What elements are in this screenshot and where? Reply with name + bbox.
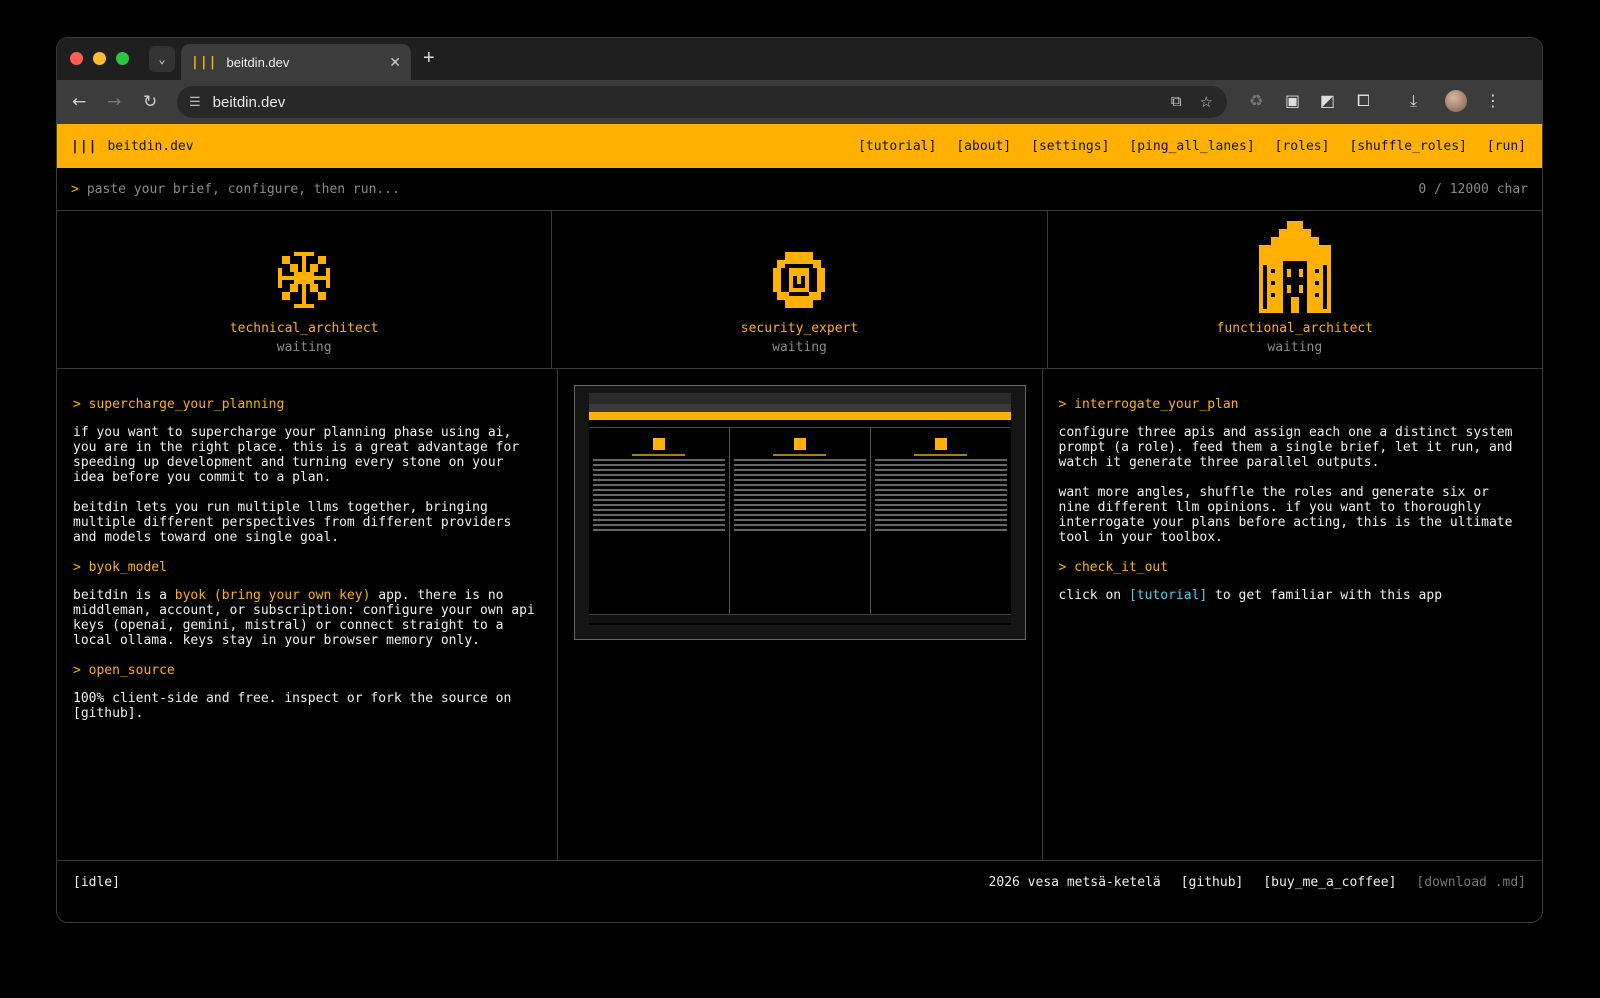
run-status: [idle]: [73, 874, 120, 890]
favicon-icon: |||: [191, 54, 218, 70]
buy-me-a-coffee-link[interactable]: [buy_me_a_coffee]: [1263, 875, 1396, 890]
snowflake-icon: [274, 211, 334, 319]
nav-about[interactable]: [about]: [956, 139, 1011, 154]
text: click on: [1058, 588, 1129, 603]
install-app-icon[interactable]: ⧉: [1171, 93, 1182, 111]
brief-input[interactable]: > paste your brief, configure, then run.…: [57, 168, 1542, 211]
prompt-caret: >: [71, 181, 79, 197]
paragraph-open-source: 100% client-side and free. inspect or fo…: [73, 691, 512, 721]
role-lanes: technical_architect waiting security_exp…: [57, 211, 1542, 369]
credit-text: 2026 vesa metsä-ketelä: [988, 874, 1161, 890]
center-preview-panel: [558, 369, 1043, 860]
paragraph: want more angles, shuffle the roles and …: [1058, 485, 1513, 545]
app-title[interactable]: beitdin.dev: [107, 139, 193, 154]
left-info-panel: > supercharge_your_planning if you want …: [57, 369, 558, 860]
nav-settings[interactable]: [settings]: [1031, 139, 1109, 154]
extension-2-icon[interactable]: ▣: [1285, 91, 1300, 110]
address-bar[interactable]: ☰ beitdin.dev ⧉ ☆: [177, 86, 1227, 118]
role-status: waiting: [1267, 340, 1323, 355]
back-arrow-icon[interactable]: ←: [72, 92, 86, 112]
address-text: beitdin.dev: [212, 93, 286, 111]
right-info-panel: > interrogate_your_plan configure three …: [1043, 369, 1543, 860]
section-heading: > interrogate_your_plan: [1058, 397, 1239, 412]
nav-ping-all-lanes[interactable]: [ping_all_lanes]: [1129, 139, 1254, 154]
paragraph-byok: beitdin is a byok (bring your own key) a…: [73, 588, 541, 648]
tab-title: beitdin.dev: [226, 54, 290, 70]
download-md-button[interactable]: [download .md]: [1416, 875, 1526, 890]
tab-beitdin[interactable]: ||| beitdin.dev ✕: [181, 44, 411, 80]
paragraph: beitdin lets you run multiple llms toget…: [73, 500, 512, 545]
download-icon[interactable]: ⤓: [1410, 91, 1417, 111]
menu-kebab-icon[interactable]: ⋮: [1485, 91, 1501, 110]
app-preview-screenshot: [573, 385, 1026, 640]
content-panels: > supercharge_your_planning if you want …: [57, 369, 1542, 861]
paragraph-check-it-out: click on [tutorial] to get familiar with…: [1059, 588, 1527, 603]
nav-run[interactable]: [run]: [1487, 139, 1526, 154]
role-status: waiting: [276, 340, 332, 355]
extension-notion-icon[interactable]: ◩: [1320, 91, 1335, 110]
role-name: functional_architect: [1216, 321, 1374, 336]
browser-toolbar: ← → ↻ ☰ beitdin.dev ⧉ ☆ ♻ ▣ ◩ ⧠ ⤓ ⋮: [57, 80, 1542, 124]
tutorial-link[interactable]: [tutorial]: [1129, 588, 1207, 603]
nav-roles[interactable]: [roles]: [1275, 139, 1330, 154]
app-header: ||| beitdin.dev [tutorial] [about] [sett…: [57, 124, 1542, 168]
nav-tutorial[interactable]: [tutorial]: [858, 139, 936, 154]
app-footer: [idle] 2026 vesa metsä-ketelä [github] […: [57, 861, 1542, 903]
logo-bars-icon: |||: [71, 138, 98, 154]
building-icon: [1258, 211, 1331, 319]
reload-icon[interactable]: ↻: [143, 92, 157, 112]
role-name: security_expert: [740, 321, 859, 336]
section-heading: > open_source: [73, 663, 175, 678]
section-heading: > check_it_out: [1058, 560, 1169, 575]
nav-shuffle-roles[interactable]: [shuffle_roles]: [1349, 139, 1466, 154]
text: to get familiar with this app: [1207, 588, 1443, 603]
char-counter: 0 / 12000 char: [1418, 181, 1528, 197]
shield-face-icon: [769, 211, 829, 319]
close-tab-icon[interactable]: ✕: [389, 54, 401, 71]
forward-arrow-icon[interactable]: →: [107, 92, 121, 112]
brief-placeholder: paste your brief, configure, then run...: [86, 181, 400, 197]
role-lane-technical-architect[interactable]: technical_architect waiting: [57, 211, 553, 368]
close-window-button[interactable]: [70, 52, 83, 65]
maximize-window-button[interactable]: [116, 52, 129, 65]
tab-search-chevron-icon[interactable]: ⌄: [149, 46, 175, 72]
profile-avatar[interactable]: [1445, 90, 1467, 112]
role-name: technical_architect: [229, 321, 379, 336]
site-settings-icon[interactable]: ☰: [189, 94, 201, 110]
minimize-window-button[interactable]: [93, 52, 106, 65]
paragraph: if you want to supercharge your planning…: [73, 425, 520, 485]
extensions-puzzle-icon[interactable]: ⧠: [1357, 91, 1370, 111]
section-heading: > byok_model: [73, 560, 167, 575]
tab-strip: ⌄ ||| beitdin.dev ✕ +: [57, 38, 1542, 80]
text: beitdin is a: [73, 588, 175, 603]
bookmark-star-icon[interactable]: ☆: [1200, 93, 1213, 111]
role-lane-functional-architect[interactable]: functional_architect waiting: [1048, 211, 1542, 368]
github-link[interactable]: [github]: [1181, 875, 1244, 890]
recycle-extension-icon[interactable]: ♻: [1249, 91, 1263, 110]
byok-highlight: byok (bring your own key): [174, 588, 371, 603]
new-tab-button[interactable]: +: [423, 47, 435, 70]
section-heading: > supercharge_your_planning: [73, 397, 285, 412]
app-nav: [tutorial] [about] [settings] [ping_all_…: [858, 139, 1526, 154]
role-status: waiting: [772, 340, 827, 355]
browser-window: ⌄ ||| beitdin.dev ✕ + ← → ↻ ☰ beitdin.de…: [56, 37, 1543, 923]
app-root: ||| beitdin.dev [tutorial] [about] [sett…: [57, 124, 1542, 922]
paragraph: configure three apis and assign each one…: [1058, 425, 1513, 470]
role-lane-security-expert[interactable]: security_expert waiting: [552, 211, 1048, 368]
